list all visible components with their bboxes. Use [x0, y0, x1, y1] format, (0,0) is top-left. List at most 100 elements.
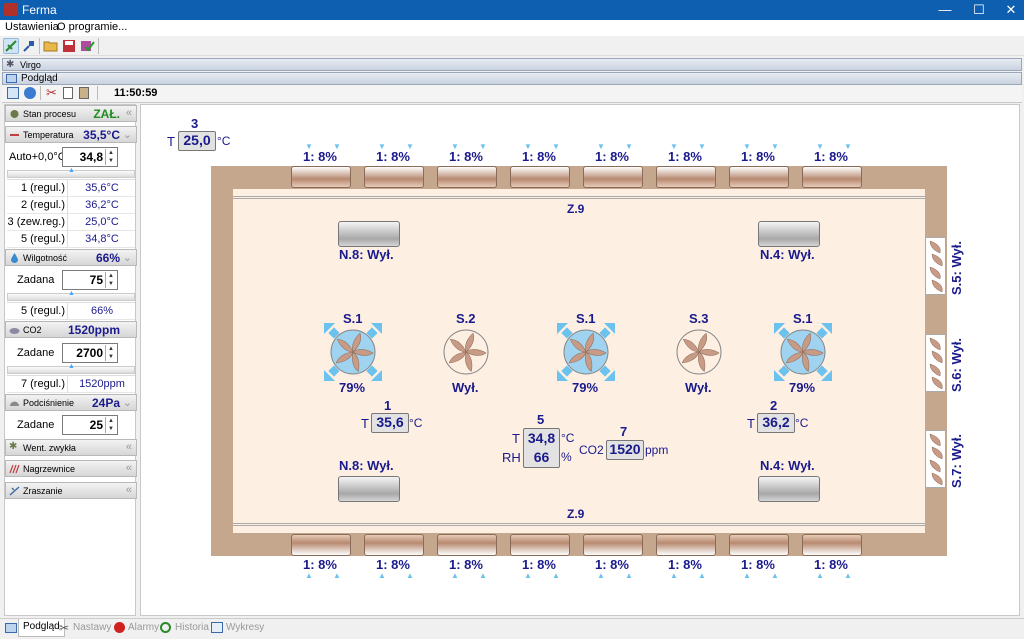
process-status: ZAŁ.	[93, 107, 120, 121]
chevron-expand-icon[interactable]: «	[126, 484, 132, 496]
arrow-down-icon: ▼	[406, 142, 414, 151]
inlet-top[interactable]	[291, 166, 351, 188]
virgo-panel-header[interactable]: ✱ Virgo	[2, 58, 1022, 71]
minimize-button[interactable]: —	[928, 0, 962, 20]
sensor-5-rh-value: 66	[533, 449, 550, 465]
spin-arrows-icon[interactable]: ▲ ▼	[105, 149, 116, 165]
co2-section-header[interactable]: CO2 1520ppm	[5, 321, 137, 338]
heater-bottom-left[interactable]	[338, 476, 400, 502]
temperature-setpoint-stepper[interactable]: 34,8 ▲ ▼	[62, 147, 118, 167]
sensor-1-unit: °C	[409, 416, 423, 430]
arrow-down-icon: ▼	[479, 142, 487, 151]
connect-icon[interactable]	[3, 38, 19, 54]
chevron-down-icon[interactable]: ⌄	[123, 396, 132, 409]
process-section-header[interactable]: Stan procesu ZAŁ. «	[5, 105, 137, 122]
plug-icon[interactable]	[21, 38, 37, 54]
co2-setpoint-value: 2700	[76, 346, 103, 360]
humidity-setpoint-stepper[interactable]: 75 ▲ ▼	[62, 270, 118, 290]
inlet-bottom[interactable]	[583, 534, 643, 556]
inlet-top[interactable]	[729, 166, 789, 188]
spin-arrows-icon[interactable]: ▲ ▼	[105, 345, 116, 361]
tab-podglad[interactable]: Podgląd	[18, 619, 65, 637]
heater-top-left[interactable]	[338, 221, 400, 247]
co2-label: CO2	[23, 325, 42, 335]
save-icon[interactable]	[61, 38, 77, 54]
copy-icon[interactable]	[63, 87, 73, 99]
fan-icon[interactable]	[554, 320, 618, 384]
menu-settings[interactable]: Ustawienia	[5, 21, 59, 33]
inlet-top[interactable]	[583, 166, 643, 188]
sensor-7-value: 1520	[609, 441, 641, 457]
pressure-section-header[interactable]: Podciśnienie 24Pa ⌄	[5, 394, 137, 411]
close-button[interactable]: ✕	[994, 0, 1024, 20]
virgo-icon: ✱	[6, 59, 15, 70]
arrow-down-icon: ▼	[552, 142, 560, 151]
side-fan[interactable]	[925, 334, 946, 392]
zone-label-top: Z.9	[567, 202, 585, 216]
inlet-top[interactable]	[510, 166, 570, 188]
temperature-section-header[interactable]: Temperatura 35,5°C ⌄	[5, 126, 137, 143]
section-label: Went. zwykła	[23, 443, 76, 453]
inlet-top[interactable]	[364, 166, 424, 188]
side-fan[interactable]	[925, 237, 946, 295]
spin-arrows-icon[interactable]: ▲ ▼	[105, 272, 116, 288]
heaters-section-header[interactable]: Nagrzewnice «	[5, 460, 137, 477]
side-fan[interactable]	[925, 430, 946, 488]
table-row: 3 (zew.reg.) 25,0°C	[7, 214, 135, 231]
temperature-auto-label: Auto+0,0°C	[9, 151, 66, 163]
chevron-expand-icon[interactable]: «	[126, 441, 132, 453]
save-as-icon[interactable]	[79, 38, 95, 54]
chevron-collapse-icon[interactable]: «	[126, 107, 132, 119]
paste-icon[interactable]	[79, 87, 89, 99]
tab-nastawy[interactable]: Nastawy	[73, 622, 111, 633]
humidity-setpoint-label: Zadana	[17, 274, 55, 286]
menu-about[interactable]: O programie...	[57, 21, 127, 33]
inlet-bottom[interactable]	[656, 534, 716, 556]
open-folder-icon[interactable]	[43, 38, 59, 54]
tab-historia[interactable]: Historia	[175, 622, 209, 633]
inlet-bottom-label: 1: 8%	[449, 557, 483, 572]
chevron-down-icon[interactable]: ⌄	[123, 128, 132, 141]
co2-setpoint-stepper[interactable]: 2700 ▲ ▼	[62, 343, 118, 363]
chevron-down-icon[interactable]: ⌄	[123, 251, 132, 264]
standard-ventilation-section-header[interactable]: ✱ Went. zwykła «	[5, 439, 137, 456]
heater-top-right[interactable]	[758, 221, 820, 247]
arrow-down-icon: ▼	[670, 142, 678, 151]
toolbar-separator	[40, 86, 41, 100]
inlet-bottom-label: 1: 8%	[522, 557, 556, 572]
arrow-down-icon: ▼	[844, 142, 852, 151]
inlet-bottom[interactable]	[364, 534, 424, 556]
fan-icon[interactable]	[434, 320, 498, 384]
table-row: 5 (regul.) 34,8°C	[7, 231, 135, 248]
inlet-bottom[interactable]	[802, 534, 862, 556]
cut-icon[interactable]: ✂	[46, 85, 57, 101]
inlet-top[interactable]	[437, 166, 497, 188]
chevron-expand-icon[interactable]: «	[126, 462, 132, 474]
temperature-slider[interactable]: ▲	[7, 167, 135, 178]
spin-arrows-icon[interactable]: ▲ ▼	[105, 417, 116, 433]
humidity-slider[interactable]: ▲	[7, 290, 135, 301]
tab-wykresy[interactable]: Wykresy	[226, 622, 264, 633]
pressure-setpoint-stepper[interactable]: 25 ▲ ▼	[62, 415, 118, 435]
co2-slider[interactable]: ▲	[7, 363, 135, 374]
humidity-section-header[interactable]: Wilgotność 66% ⌄	[5, 249, 137, 266]
inlet-top[interactable]	[656, 166, 716, 188]
fan-icon[interactable]	[667, 320, 731, 384]
inlet-bottom[interactable]	[437, 534, 497, 556]
tab-alarmy[interactable]: Alarmy	[128, 622, 159, 633]
fan-icon[interactable]	[321, 320, 385, 384]
navigate-icon[interactable]	[7, 87, 19, 99]
fan-icon[interactable]	[771, 320, 835, 384]
inlet-bottom[interactable]	[510, 534, 570, 556]
maximize-button[interactable]: ☐	[962, 0, 996, 20]
inlet-bottom[interactable]	[291, 534, 351, 556]
sprinkling-section-header[interactable]: Zraszanie «	[5, 482, 137, 499]
heater-bottom-right[interactable]	[758, 476, 820, 502]
refresh-icon[interactable]	[24, 87, 36, 99]
inlet-bottom[interactable]	[729, 534, 789, 556]
inlet-top-label: 1: 8%	[303, 149, 337, 164]
inlet-top[interactable]	[802, 166, 862, 188]
podglad-label: Podgląd	[21, 73, 58, 84]
co2-setpoint-label: Zadane	[17, 347, 55, 359]
co2-value: 1520ppm	[67, 323, 120, 337]
